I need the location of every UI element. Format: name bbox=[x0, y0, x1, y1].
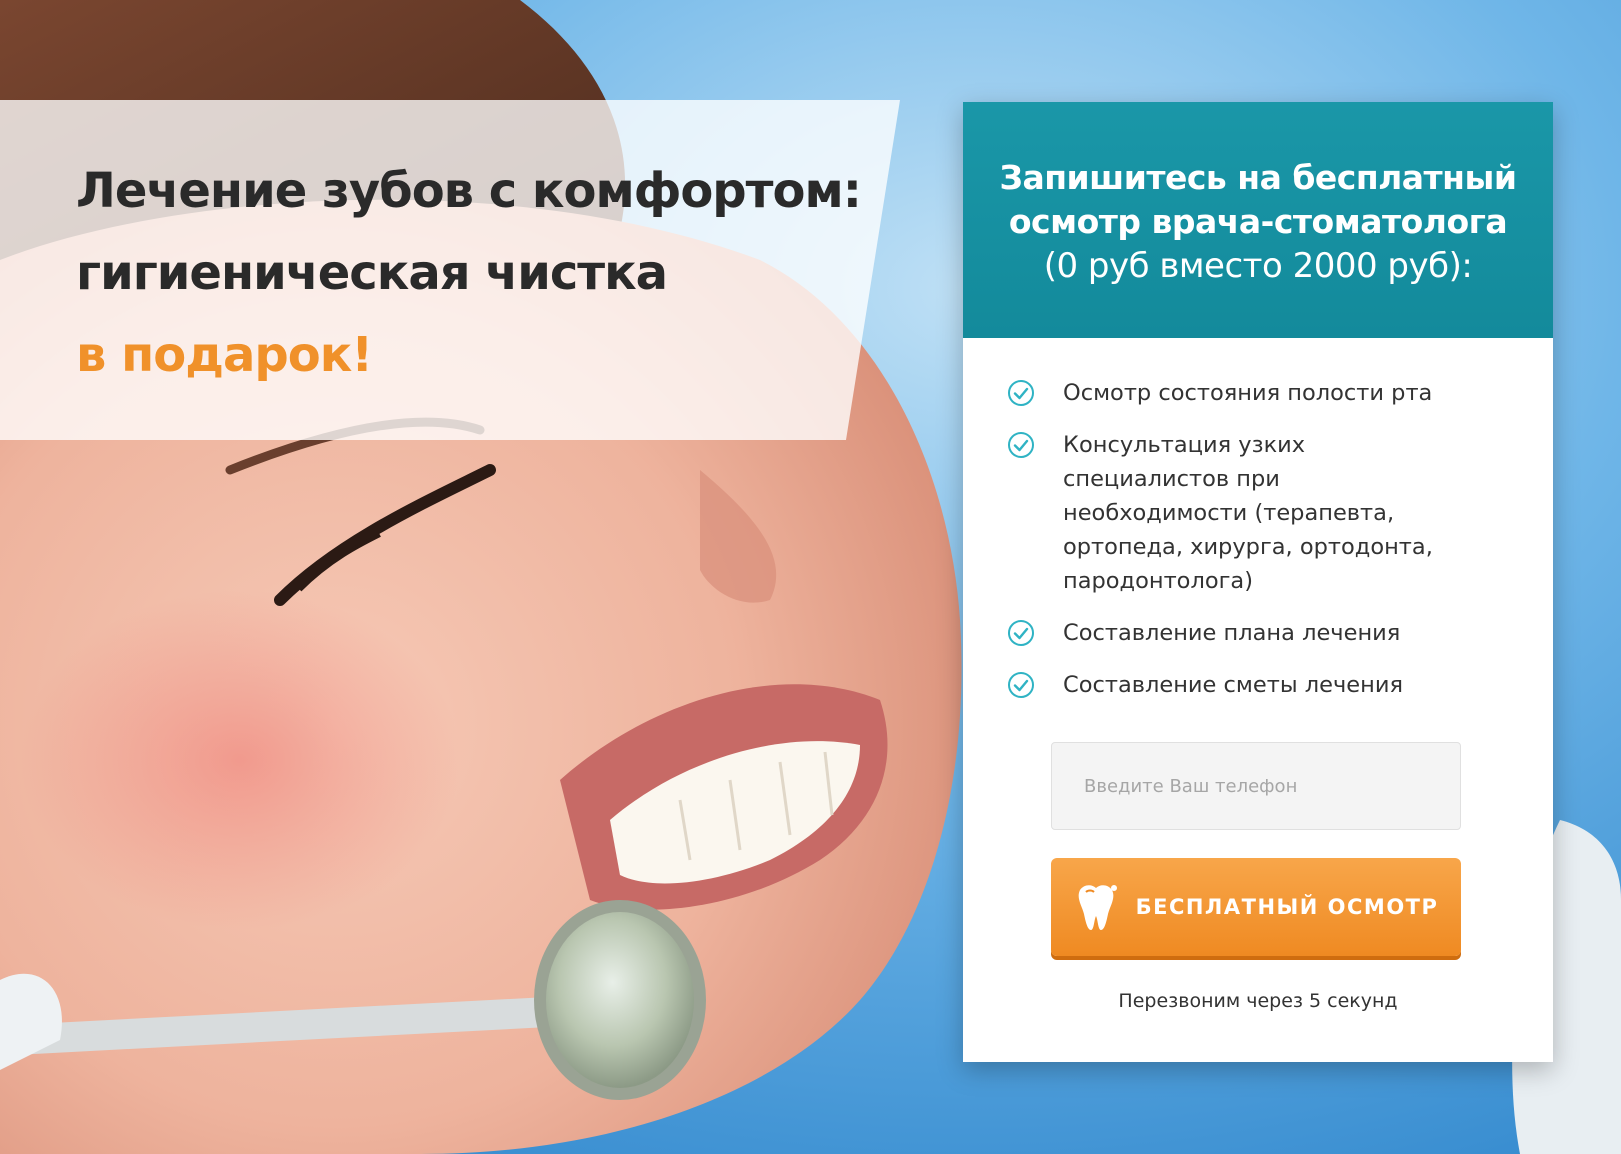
signup-form-card: Запишитесь на бесплатный осмотр врача-ст… bbox=[963, 102, 1553, 1062]
check-circle-icon bbox=[1008, 380, 1034, 406]
headline-line-2: гигиеническая чистка bbox=[76, 245, 668, 301]
feature-label: Осмотр состояния полости рта bbox=[1063, 380, 1433, 406]
form-card-header: Запишитесь на бесплатный осмотр врача-ст… bbox=[963, 102, 1553, 338]
feature-label: Составление сметы лечения bbox=[1063, 672, 1403, 698]
callback-note: Перезвоним через 5 секунд bbox=[1118, 990, 1398, 1012]
check-circle-icon bbox=[1008, 672, 1034, 698]
landing-page: Лечение зубов с комфортом: гигиеническая… bbox=[0, 0, 1621, 1154]
feature-item: Консультация узких специалистов при необ… bbox=[1007, 428, 1523, 598]
check-circle-icon bbox=[1008, 620, 1034, 646]
form-title-line-1: Запишитесь на бесплатный bbox=[999, 158, 1517, 197]
feature-label: Составление плана лечения bbox=[1063, 620, 1401, 646]
features-list: Осмотр состояния полости рта Консультаци… bbox=[963, 338, 1553, 702]
feature-item: Составление плана лечения bbox=[1007, 616, 1523, 650]
cta-label: БЕСПЛАТНЫЙ ОСМОТР bbox=[1135, 895, 1439, 919]
feature-item: Составление сметы лечения bbox=[1007, 668, 1523, 702]
check-circle-icon bbox=[1008, 432, 1034, 458]
feature-item: Осмотр состояния полости рта bbox=[1007, 376, 1523, 410]
phone-input[interactable] bbox=[1051, 742, 1461, 830]
tooth-icon bbox=[1078, 885, 1117, 930]
form-title-line-2: осмотр врача-стоматолога bbox=[1008, 202, 1508, 241]
hero-headline: Лечение зубов с комфортом: гигиеническая… bbox=[76, 150, 862, 396]
form-title-price: (0 руб вместо 2000 руб): bbox=[1043, 246, 1473, 286]
headline-line-1: Лечение зубов с комфортом: bbox=[76, 163, 862, 219]
headline-accent: в подарок! bbox=[76, 327, 373, 383]
free-checkup-button[interactable]: БЕСПЛАТНЫЙ ОСМОТР bbox=[1051, 858, 1461, 956]
feature-label: Консультация узких специалистов при необ… bbox=[1063, 432, 1433, 594]
